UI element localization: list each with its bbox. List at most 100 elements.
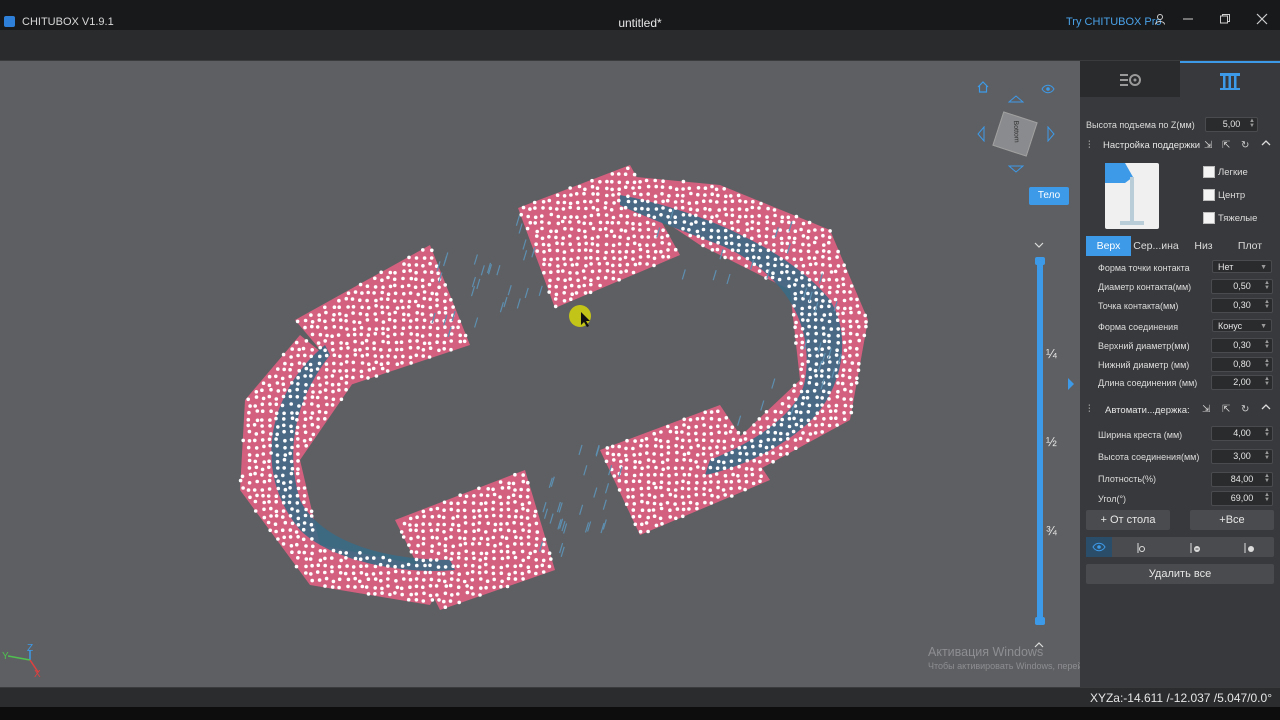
subtab-top[interactable]: Верх xyxy=(1086,236,1131,256)
contact-diameter-input[interactable]: 0,50 ▲ ▼ xyxy=(1211,279,1273,294)
cross-width-input[interactable]: 4,00 ▲ ▼ xyxy=(1211,426,1273,441)
subtab-middle[interactable]: Сер...ина xyxy=(1131,236,1181,256)
collapse-support-settings-icon[interactable] xyxy=(1261,139,1271,150)
lift-height-input[interactable]: 5,00 ▲ ▼ xyxy=(1205,117,1258,132)
support-point xyxy=(437,598,441,602)
rotate-down-icon[interactable] xyxy=(1007,163,1025,177)
auto-import-icon[interactable]: ⇲ xyxy=(1202,404,1210,415)
user-icon[interactable] xyxy=(1154,12,1166,28)
support-point xyxy=(317,409,322,414)
support-point xyxy=(276,479,281,484)
support-point xyxy=(584,206,588,211)
subtab-density[interactable]: Плот xyxy=(1226,236,1274,256)
preset-heavy-checkbox[interactable] xyxy=(1203,212,1215,224)
support-point xyxy=(304,557,309,561)
support-point xyxy=(332,361,336,366)
slider-collapse-icon[interactable] xyxy=(1034,236,1044,254)
reset-icon[interactable]: ↻ xyxy=(1241,140,1249,151)
panel-collapse-icon[interactable] xyxy=(1066,377,1076,396)
support-point xyxy=(617,488,622,492)
contact-depth-input[interactable]: 0,30 ▲ ▼ xyxy=(1211,298,1273,313)
support-point xyxy=(590,242,595,246)
connection-height-input[interactable]: 3,00 ▲ ▼ xyxy=(1211,449,1273,464)
support-point xyxy=(778,228,782,232)
minimize-button[interactable] xyxy=(1182,12,1194,28)
edit-support-icon[interactable] xyxy=(1242,541,1256,559)
collapse-auto-support-icon[interactable] xyxy=(1261,403,1271,414)
support-point xyxy=(793,438,798,442)
support-point xyxy=(303,430,308,435)
support-point xyxy=(773,409,778,414)
support-point xyxy=(625,262,630,267)
try-pro-link[interactable]: Try CHITUBOX Pro xyxy=(1066,16,1162,28)
connection-length-input[interactable]: 2,00 ▲ ▼ xyxy=(1211,375,1273,390)
contact-shape-select[interactable]: Нет ▼ xyxy=(1212,260,1272,273)
auto-reset-icon[interactable]: ↻ xyxy=(1241,404,1249,415)
support-point xyxy=(521,577,525,581)
support-point xyxy=(346,291,351,296)
support-point xyxy=(521,528,525,532)
support-point xyxy=(297,550,301,554)
support-point xyxy=(694,431,698,436)
support-point xyxy=(632,473,637,478)
support-point xyxy=(799,389,804,394)
support-point xyxy=(330,569,334,574)
subtab-bottom[interactable]: Низ xyxy=(1181,236,1226,256)
export-icon[interactable]: ⇱ xyxy=(1222,140,1230,151)
remove-support-icon[interactable] xyxy=(1188,541,1202,559)
upper-diameter-input[interactable]: 0,30 ▲ ▼ xyxy=(1211,338,1273,353)
rotate-right-icon[interactable] xyxy=(1046,125,1056,145)
support-point xyxy=(710,215,714,219)
support-point xyxy=(651,508,656,512)
support-point xyxy=(336,333,341,337)
rotate-up-icon[interactable] xyxy=(1007,93,1025,107)
support-point xyxy=(661,206,665,210)
auto-export-icon[interactable]: ⇱ xyxy=(1222,404,1230,415)
all-button[interactable]: +Все xyxy=(1190,510,1274,530)
slider-top-knob[interactable] xyxy=(1035,257,1045,265)
support-point xyxy=(547,243,551,247)
support-point xyxy=(533,509,538,514)
support-point xyxy=(759,425,763,430)
support-point xyxy=(549,229,553,234)
preset-light-checkbox[interactable] xyxy=(1203,166,1215,178)
support-point xyxy=(332,369,336,373)
support-point xyxy=(738,438,743,443)
support-point xyxy=(674,425,679,430)
connection-shape-select[interactable]: Конус ▼ xyxy=(1212,319,1272,332)
toggle-visibility-icon[interactable] xyxy=(1086,537,1112,557)
support-point xyxy=(283,361,287,366)
restore-button[interactable] xyxy=(1219,12,1231,28)
density-input[interactable]: 84,00 ▲ ▼ xyxy=(1211,472,1273,487)
body-toggle-button[interactable]: Тело xyxy=(1029,187,1069,205)
from-table-button[interactable]: + От стола xyxy=(1086,510,1170,530)
support-point xyxy=(801,396,806,400)
support-point xyxy=(364,572,369,577)
tab-settings[interactable] xyxy=(1080,61,1180,97)
support-point xyxy=(737,464,741,469)
angle-input[interactable]: 69,00 ▲ ▼ xyxy=(1211,491,1273,506)
add-support-icon[interactable] xyxy=(1135,541,1147,559)
support-point xyxy=(262,479,267,484)
support-point xyxy=(372,291,376,295)
tab-supports[interactable] xyxy=(1180,61,1280,99)
support-point xyxy=(493,528,497,533)
close-button[interactable] xyxy=(1256,12,1268,28)
home-view-icon[interactable] xyxy=(976,80,990,97)
support-point xyxy=(757,417,762,421)
import-icon[interactable]: ⇲ xyxy=(1204,140,1212,151)
support-point xyxy=(451,325,455,330)
3d-viewport[interactable]: Z Y X xyxy=(0,61,1080,687)
lower-diameter-input[interactable]: 0,80 ▲ ▼ xyxy=(1211,357,1273,372)
support-point xyxy=(660,493,664,498)
eye-view-icon[interactable] xyxy=(1041,83,1055,97)
slider-bottom-knob[interactable] xyxy=(1035,617,1045,625)
support-point xyxy=(339,341,343,345)
support-point xyxy=(554,229,559,233)
delete-all-button[interactable]: Удалить все xyxy=(1086,564,1274,584)
rotate-left-icon[interactable] xyxy=(976,125,986,145)
preset-medium-checkbox[interactable] xyxy=(1203,189,1215,201)
support-point xyxy=(541,558,546,563)
support-point xyxy=(540,236,545,241)
layer-slider[interactable] xyxy=(1035,257,1045,625)
